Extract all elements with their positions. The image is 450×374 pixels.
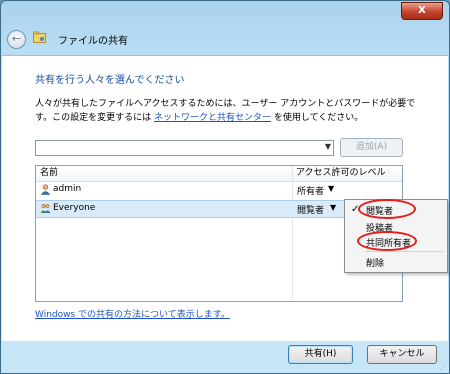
- group-icon: [40, 203, 51, 213]
- row-name: admin: [53, 184, 82, 194]
- column-header-level[interactable]: アクセス許可のレベル: [292, 166, 386, 181]
- list-header: 名前 アクセス許可のレベル: [36, 166, 402, 182]
- chevron-down-icon[interactable]: ▼: [325, 142, 331, 151]
- description-text-after: を使用してください。: [270, 113, 364, 123]
- help-link[interactable]: Windows での共有の方法について表示します。: [35, 307, 230, 320]
- user-icon: [40, 184, 51, 195]
- table-row[interactable]: admin 所有者 ▼: [36, 182, 402, 198]
- window-title: ファイルの共有: [58, 36, 128, 47]
- add-button[interactable]: 追加(A): [340, 138, 403, 157]
- close-icon: X: [418, 5, 426, 16]
- share-folder-icon: [33, 31, 46, 43]
- description-text: 人々が共有したファイルへアクセスするためには、ユーザー アカウントとパスワードが…: [35, 97, 430, 125]
- network-center-link[interactable]: ネットワークと共有センター: [154, 113, 271, 123]
- row-name: Everyone: [53, 203, 96, 213]
- row-level[interactable]: 閲覧者: [297, 203, 324, 216]
- menu-separator: [365, 251, 443, 252]
- back-button[interactable]: ←: [7, 30, 26, 49]
- column-header-name[interactable]: 名前: [36, 166, 58, 181]
- menu-item-remove[interactable]: 削除: [366, 256, 384, 269]
- page-heading: 共有を行う人々を選んでください: [35, 75, 185, 86]
- level-dropdown-icon[interactable]: ▼: [328, 184, 334, 193]
- name-combo-input[interactable]: ▼: [35, 140, 334, 156]
- level-dropdown-icon[interactable]: ▼: [330, 203, 336, 212]
- cancel-button[interactable]: キャンセル: [367, 345, 437, 364]
- resize-grip-icon[interactable]: ⋰: [440, 363, 447, 371]
- highlight-oval: [358, 199, 416, 219]
- close-button[interactable]: X: [401, 2, 443, 20]
- highlight-oval: [357, 231, 417, 251]
- share-dialog-window: X ← ファイルの共有 共有を行う人々を選んでください 人々が共有したファイルへ…: [0, 0, 450, 374]
- share-button[interactable]: 共有(H): [288, 345, 353, 364]
- row-level[interactable]: 所有者: [297, 184, 324, 197]
- back-arrow-icon: ←: [11, 32, 22, 45]
